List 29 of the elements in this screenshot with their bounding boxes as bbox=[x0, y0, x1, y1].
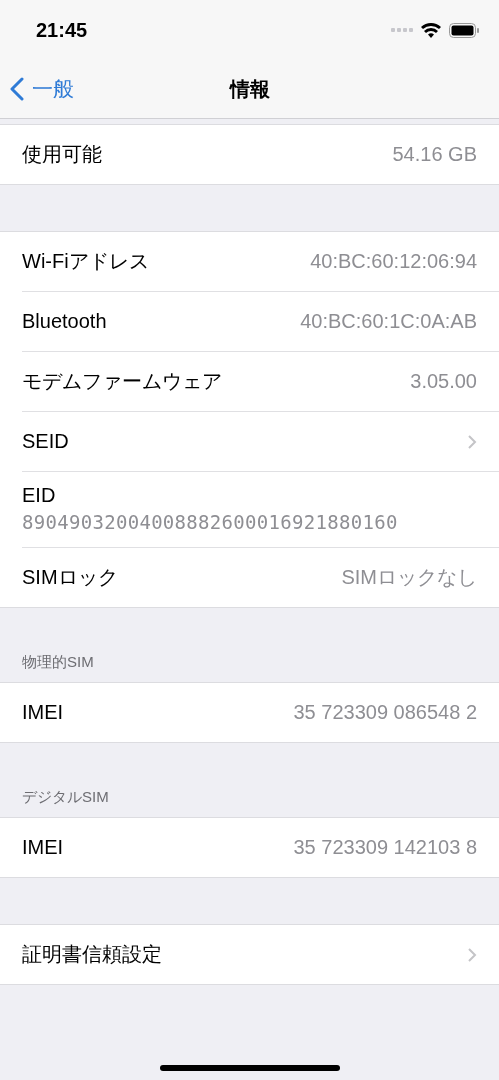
row-value: 40:BC:60:1C:0A:AB bbox=[300, 310, 477, 333]
row-label: IMEI bbox=[22, 836, 64, 859]
row-label: EID bbox=[22, 484, 57, 507]
wifi-icon bbox=[421, 22, 441, 38]
row-value: 40:BC:60:12:06:94 bbox=[310, 250, 477, 273]
back-chevron-icon bbox=[10, 77, 24, 101]
row-label: SEID bbox=[22, 430, 69, 453]
row-label: 使用可能 bbox=[22, 142, 102, 167]
row-label: モデムファームウェア bbox=[22, 369, 222, 394]
row-value: 3.05.00 bbox=[410, 370, 477, 393]
row-value: 89049032004008882600016921880160 bbox=[22, 511, 399, 533]
row-label: Wi-Fiアドレス bbox=[22, 249, 149, 274]
row-value: 35 723309 086548 2 bbox=[293, 701, 477, 724]
row-label: SIMロック bbox=[22, 565, 118, 590]
battery-icon bbox=[449, 22, 479, 38]
row-value: 54.16 GB bbox=[392, 143, 477, 166]
signal-icon bbox=[391, 28, 413, 32]
chevron-icon bbox=[467, 946, 477, 963]
status-time: 21:45 bbox=[36, 18, 88, 42]
nav-title: 情報 bbox=[229, 76, 270, 102]
row-value: SIMロックなし bbox=[341, 565, 477, 590]
row-label: 証明書信頼設定 bbox=[22, 942, 162, 967]
section-header: 物理的SIM bbox=[21, 653, 95, 672]
row-value: 35 723309 142103 8 bbox=[293, 836, 477, 859]
chevron-icon bbox=[467, 433, 477, 450]
back-button[interactable]: 一般 bbox=[10, 75, 74, 103]
section-header: デジタルSIM bbox=[21, 788, 110, 807]
row-label: IMEI bbox=[22, 701, 64, 724]
row-label: Bluetooth bbox=[22, 310, 107, 333]
